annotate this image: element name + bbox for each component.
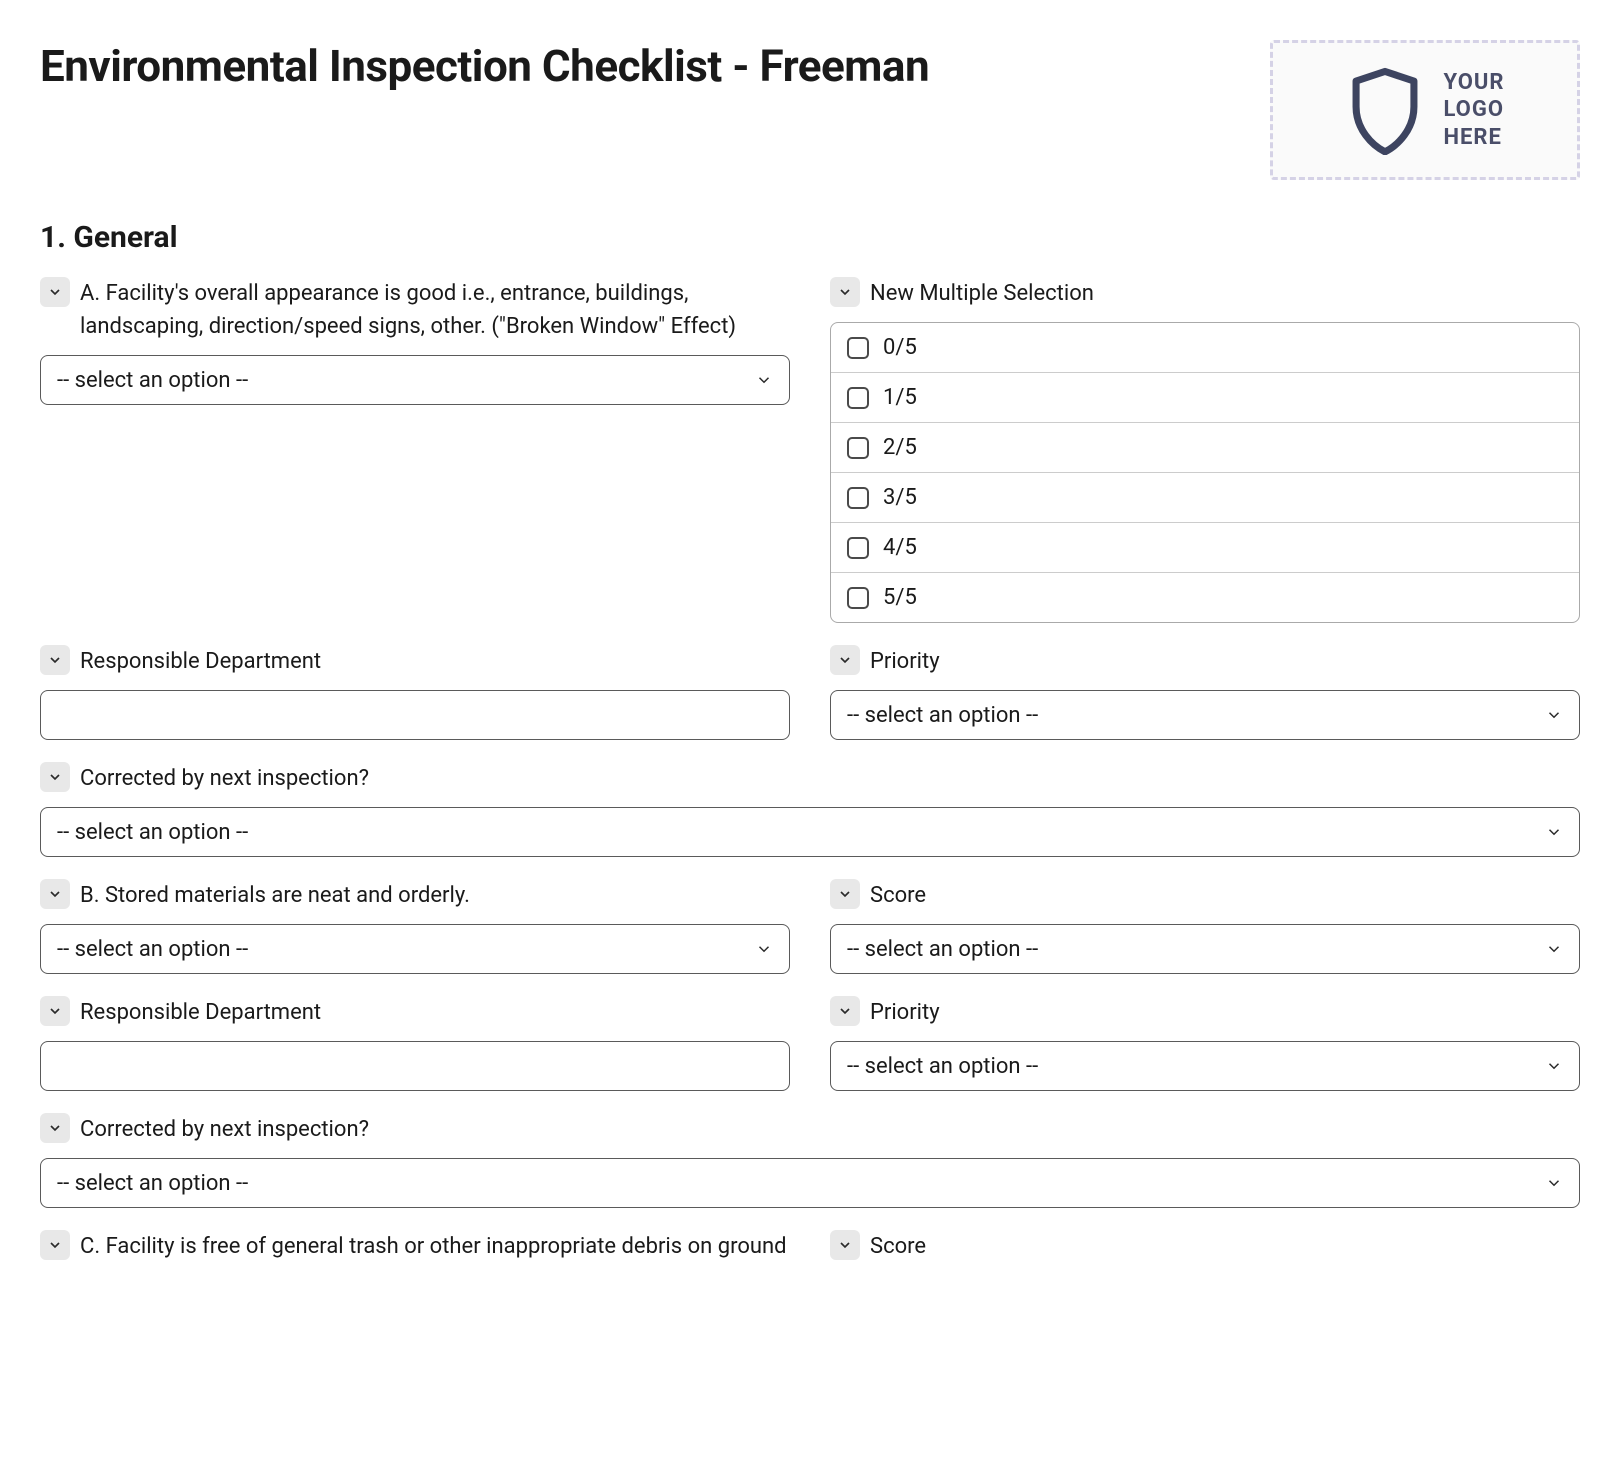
- chevron-down-icon: [47, 1237, 63, 1253]
- select-placeholder: -- select an option --: [847, 937, 1038, 962]
- field-c-label: C. Facility is free of general trash or …: [80, 1230, 787, 1263]
- priority-label-1: Priority: [870, 645, 940, 678]
- collapse-toggle-multi[interactable]: [830, 277, 860, 307]
- collapse-toggle-resp-dept-2[interactable]: [40, 996, 70, 1026]
- field-b-select[interactable]: -- select an option --: [40, 924, 790, 974]
- collapse-toggle-priority-1[interactable]: [830, 645, 860, 675]
- score-label-2: Score: [870, 1230, 926, 1263]
- field-a-select[interactable]: -- select an option --: [40, 355, 790, 405]
- checkbox-icon: [847, 387, 869, 409]
- multi-selection-label: New Multiple Selection: [870, 277, 1094, 310]
- priority-select-1[interactable]: -- select an option --: [830, 690, 1580, 740]
- chevron-down-icon: [47, 284, 63, 300]
- priority-label-2: Priority: [870, 996, 940, 1029]
- collapse-toggle-resp-dept-1[interactable]: [40, 645, 70, 675]
- corrected-label-1: Corrected by next inspection?: [80, 762, 369, 795]
- chevron-down-icon: [837, 284, 853, 300]
- section-title: 1. General: [40, 220, 1580, 255]
- multi-option-1[interactable]: 1/5: [831, 373, 1579, 423]
- multi-option-3[interactable]: 3/5: [831, 473, 1579, 523]
- checkbox-icon: [847, 537, 869, 559]
- select-placeholder: -- select an option --: [57, 820, 248, 845]
- priority-select-2[interactable]: -- select an option --: [830, 1041, 1580, 1091]
- chevron-down-icon: [837, 1003, 853, 1019]
- collapse-toggle-field-b[interactable]: [40, 879, 70, 909]
- collapse-toggle-priority-2[interactable]: [830, 996, 860, 1026]
- chevron-down-icon: [1545, 706, 1563, 724]
- chevron-down-icon: [755, 371, 773, 389]
- chevron-down-icon: [47, 886, 63, 902]
- collapse-toggle-score-1[interactable]: [830, 879, 860, 909]
- multi-option-5[interactable]: 5/5: [831, 573, 1579, 622]
- select-placeholder: -- select an option --: [57, 368, 248, 393]
- multi-option-0[interactable]: 0/5: [831, 323, 1579, 373]
- chevron-down-icon: [1545, 823, 1563, 841]
- corrected-label-2: Corrected by next inspection?: [80, 1113, 369, 1146]
- collapse-toggle-score-2[interactable]: [830, 1230, 860, 1260]
- corrected-select-1[interactable]: -- select an option --: [40, 807, 1580, 857]
- checkbox-icon: [847, 487, 869, 509]
- corrected-select-2[interactable]: -- select an option --: [40, 1158, 1580, 1208]
- checkbox-icon: [847, 337, 869, 359]
- checkbox-icon: [847, 587, 869, 609]
- collapse-toggle-corrected-2[interactable]: [40, 1113, 70, 1143]
- chevron-down-icon: [837, 886, 853, 902]
- logo-placeholder[interactable]: YOUR LOGO HERE: [1270, 40, 1580, 180]
- shield-icon: [1345, 65, 1425, 155]
- resp-dept-input-2[interactable]: [40, 1041, 790, 1091]
- page-title: Environmental Inspection Checklist - Fre…: [40, 40, 929, 92]
- multi-option-4[interactable]: 4/5: [831, 523, 1579, 573]
- select-placeholder: -- select an option --: [847, 703, 1038, 728]
- multi-option-label: 2/5: [883, 435, 917, 460]
- resp-dept-label-1: Responsible Department: [80, 645, 321, 678]
- score-label-1: Score: [870, 879, 926, 912]
- collapse-toggle-corrected-1[interactable]: [40, 762, 70, 792]
- chevron-down-icon: [47, 1003, 63, 1019]
- chevron-down-icon: [47, 652, 63, 668]
- chevron-down-icon: [1545, 1057, 1563, 1075]
- multi-option-label: 4/5: [883, 535, 917, 560]
- checkbox-icon: [847, 437, 869, 459]
- select-placeholder: -- select an option --: [57, 1171, 248, 1196]
- chevron-down-icon: [1545, 940, 1563, 958]
- multi-option-label: 1/5: [883, 385, 917, 410]
- chevron-down-icon: [47, 769, 63, 785]
- chevron-down-icon: [837, 652, 853, 668]
- multi-option-2[interactable]: 2/5: [831, 423, 1579, 473]
- resp-dept-label-2: Responsible Department: [80, 996, 321, 1029]
- logo-placeholder-text: YOUR LOGO HERE: [1443, 69, 1504, 152]
- resp-dept-input-1[interactable]: [40, 690, 790, 740]
- multi-option-label: 0/5: [883, 335, 917, 360]
- field-b-label: B. Stored materials are neat and orderly…: [80, 879, 470, 912]
- chevron-down-icon: [1545, 1174, 1563, 1192]
- chevron-down-icon: [837, 1237, 853, 1253]
- multi-option-label: 5/5: [883, 585, 917, 610]
- select-placeholder: -- select an option --: [57, 937, 248, 962]
- multi-selection-list: 0/5 1/5 2/5 3/5 4/5 5/5: [830, 322, 1580, 623]
- field-a-label: A. Facility's overall appearance is good…: [80, 277, 790, 343]
- chevron-down-icon: [47, 1120, 63, 1136]
- score-select-1[interactable]: -- select an option --: [830, 924, 1580, 974]
- chevron-down-icon: [755, 940, 773, 958]
- select-placeholder: -- select an option --: [847, 1054, 1038, 1079]
- collapse-toggle-field-c[interactable]: [40, 1230, 70, 1260]
- multi-option-label: 3/5: [883, 485, 917, 510]
- collapse-toggle-field-a[interactable]: [40, 277, 70, 307]
